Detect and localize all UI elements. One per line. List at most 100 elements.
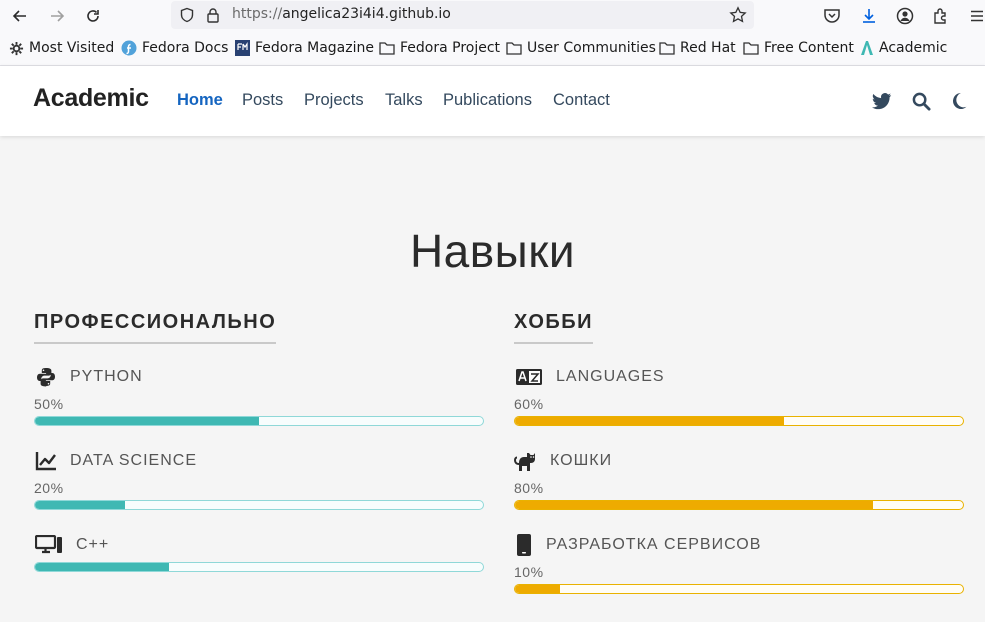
skill-progress-fill [35, 501, 125, 509]
bookmark-most-visited[interactable]: Most Visited [9, 40, 114, 56]
cat-icon [514, 449, 538, 473]
skill-progress-bar [514, 416, 964, 426]
menu-button[interactable] [964, 3, 985, 29]
skill-progress-fill [35, 417, 259, 425]
folder-icon [659, 42, 675, 55]
url-bar[interactable]: https://angelica23i4i4.github.io [171, 1, 754, 29]
folder-icon [743, 42, 759, 55]
nav-contact[interactable]: Contact [553, 91, 610, 110]
skill-progress-bar [514, 500, 964, 510]
skill-progress-fill [35, 563, 170, 571]
skill-cpp: C++ [34, 532, 484, 572]
bookmark-fedora-magazine[interactable]: Fedora Magazine [235, 40, 374, 56]
bookmark-free-content[interactable]: Free Content [743, 40, 854, 56]
shield-icon [180, 7, 194, 23]
bookmark-label: Fedora Docs [142, 40, 229, 56]
skill-name: КОШКИ [550, 452, 613, 469]
url-host: angelica23i4i4.github.io [282, 6, 451, 22]
bookmark-fedora-project[interactable]: Fedora Project [379, 40, 500, 56]
skill-progress-bar [34, 562, 484, 572]
desktop-icon [34, 533, 64, 557]
pocket-icon [824, 9, 840, 23]
skill-progress-bar [34, 500, 484, 510]
bookmark-red-hat[interactable]: Red Hat [659, 40, 736, 56]
site-brand[interactable]: Academic [33, 84, 149, 113]
column-heading-professional: ПРОФЕССИОНАЛЬНО [34, 311, 277, 344]
python-icon [34, 365, 58, 389]
forward-button[interactable] [44, 3, 70, 29]
bookmark-label: Fedora Magazine [255, 40, 374, 56]
bookmark-fedora-docs[interactable]: Fedora Docs [121, 40, 228, 56]
browser-toolbar: https://angelica23i4i4.github.io [0, 0, 985, 32]
skill-percent: 20% [34, 480, 64, 496]
bookmark-label: Fedora Project [400, 40, 501, 56]
url-text[interactable]: https://angelica23i4i4.github.io [232, 6, 451, 22]
bookmark-academic[interactable]: Academic [860, 40, 947, 56]
nav-home[interactable]: Home [177, 91, 223, 110]
reload-icon [87, 10, 99, 22]
skill-progress-bar [514, 584, 964, 594]
search-button[interactable] [910, 90, 932, 112]
skill-name: РАЗРАБОТКА СЕРВИСОВ [546, 536, 762, 553]
account-icon [896, 7, 914, 25]
mobile-icon [514, 533, 534, 557]
skill-name: DATA SCIENCE [70, 452, 197, 469]
bookmark-star-icon[interactable] [729, 6, 747, 24]
pocket-button[interactable] [819, 3, 845, 29]
twitter-button[interactable] [871, 90, 893, 112]
back-button[interactable] [7, 3, 33, 29]
bookmark-label: User Communities [527, 40, 656, 56]
downloads-button[interactable] [856, 3, 882, 29]
skill-languages: LANGUAGES 60% [514, 364, 964, 426]
reload-button[interactable] [80, 3, 106, 29]
gear-icon [9, 41, 24, 55]
skill-percent: 50% [34, 396, 64, 412]
skill-name: PYTHON [70, 368, 143, 385]
puzzle-icon [934, 8, 946, 24]
skill-percent: 10% [514, 564, 544, 580]
language-icon [514, 365, 544, 389]
academic-icon [861, 41, 873, 55]
skill-percent: 60% [514, 396, 544, 412]
extensions-button[interactable] [928, 3, 954, 29]
forward-arrow-icon [51, 10, 65, 22]
url-protocol: https:// [232, 6, 283, 22]
skill-name: C++ [76, 536, 110, 553]
twitter-icon [872, 92, 892, 109]
moon-icon [952, 92, 967, 109]
fedora-magazine-icon [235, 40, 250, 56]
skill-data-science: DATA SCIENCE 20% [34, 448, 484, 510]
download-icon [863, 9, 875, 23]
nav-projects[interactable]: Projects [304, 91, 364, 110]
bookmark-label: Academic [879, 40, 948, 56]
nav-talks[interactable]: Talks [385, 91, 423, 110]
section-title: Навыки [409, 225, 576, 277]
dark-mode-toggle[interactable] [948, 90, 970, 112]
hamburger-menu-icon [971, 10, 983, 22]
fedora-icon [121, 40, 137, 56]
bookmark-label: Free Content [764, 40, 854, 56]
nav-posts[interactable]: Posts [242, 91, 283, 110]
site-navbar: Academic Home Posts Projects Talks Publi… [0, 66, 985, 136]
bookmarks-bar: Most Visited Fedora Docs Fedora Magazine… [0, 32, 985, 66]
skill-python: PYTHON 50% [34, 364, 484, 426]
skill-progress-fill [515, 585, 560, 593]
column-heading-hobby: ХОББИ [514, 311, 594, 344]
account-button[interactable] [892, 3, 918, 29]
skill-progress-fill [515, 417, 784, 425]
skill-name: LANGUAGES [556, 368, 665, 385]
folder-icon [379, 42, 395, 55]
search-icon [912, 92, 931, 111]
bookmark-label: Red Hat [680, 40, 736, 56]
back-arrow-icon [12, 10, 26, 22]
skill-progress-bar [34, 416, 484, 426]
skill-progress-fill [515, 501, 874, 509]
bookmark-user-communities[interactable]: User Communities [506, 40, 656, 56]
lock-icon [207, 8, 219, 23]
folder-icon [506, 42, 522, 55]
skill-service-development: РАЗРАБОТКА СЕРВИСОВ 10% [514, 532, 964, 594]
chart-line-icon [34, 449, 58, 473]
nav-publications[interactable]: Publications [443, 91, 532, 110]
bookmark-label: Most Visited [29, 40, 115, 56]
skill-cats: КОШКИ 80% [514, 448, 964, 510]
